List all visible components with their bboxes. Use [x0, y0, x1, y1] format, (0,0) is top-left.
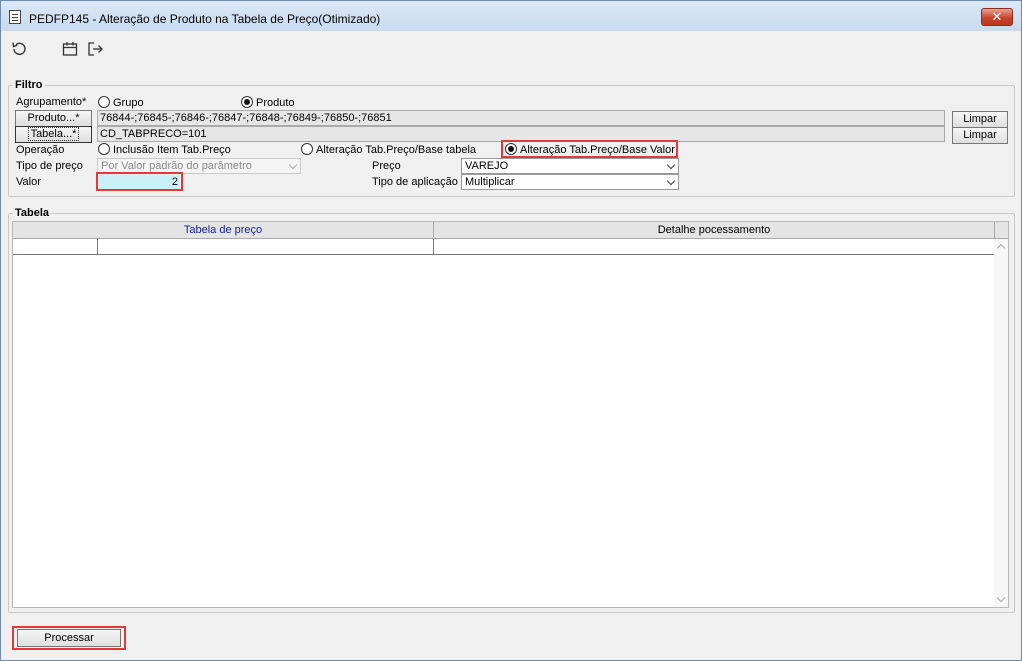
- operacao-label: Operação: [16, 144, 65, 156]
- column-header-tabela-preco-label: Tabela de preço: [183, 224, 263, 236]
- tipo-preco-value: Por Valor padrão do parâmetro: [101, 160, 252, 172]
- document-icon: [9, 10, 21, 24]
- tipo-aplicacao-label: Tipo de aplicação: [372, 176, 458, 188]
- scroll-down-icon[interactable]: [996, 593, 1006, 603]
- limpar-tabela-label: Limpar: [963, 129, 997, 141]
- close-button[interactable]: ✕: [981, 8, 1013, 26]
- operacao-base-valor-label[interactable]: Alteração Tab.Preço/Base Valor: [520, 144, 675, 156]
- valor-input[interactable]: 2: [99, 175, 180, 189]
- produto-button-label: Produto...*: [27, 112, 80, 124]
- tipo-aplicacao-select[interactable]: Multiplicar: [461, 174, 679, 190]
- column-header-detalhe-label: Detalhe pocessamento: [657, 224, 771, 236]
- table-row-cell[interactable]: [13, 239, 98, 255]
- operacao-base-tabela-label[interactable]: Alteração Tab.Preço/Base tabela: [316, 144, 476, 156]
- produto-field: 76844-;76845-;76846-;76847-;76848-;76849…: [97, 110, 945, 126]
- title-bar[interactable]: PEDFP145 - Alteração de Produto na Tabel…: [1, 1, 1021, 31]
- agrupamento-grupo-radio[interactable]: [98, 96, 110, 108]
- column-header-detalhe[interactable]: Detalhe pocessamento: [434, 222, 995, 239]
- preco-select[interactable]: VAREJO: [461, 158, 679, 174]
- vertical-scrollbar[interactable]: [994, 239, 1008, 607]
- agrupamento-grupo-label[interactable]: Grupo: [113, 97, 144, 109]
- calendar-icon[interactable]: [61, 40, 79, 58]
- scroll-up-icon[interactable]: [996, 243, 1006, 253]
- agrupamento-produto-label[interactable]: Produto: [256, 97, 295, 109]
- tabela-button[interactable]: Tabela...*: [15, 126, 92, 143]
- preco-value: VAREJO: [465, 160, 509, 172]
- operacao-base-tabela-radio[interactable]: [301, 143, 313, 155]
- operacao-base-valor-radio[interactable]: [505, 143, 517, 155]
- preco-label: Preço: [372, 160, 401, 172]
- operacao-inclusao-radio[interactable]: [98, 143, 110, 155]
- tabela-button-label: Tabela...*: [27, 127, 80, 141]
- agrupamento-label: Agrupamento*: [16, 96, 87, 108]
- agrupamento-produto-radio[interactable]: [241, 96, 253, 108]
- refresh-icon[interactable]: [10, 40, 28, 58]
- produto-button[interactable]: Produto...*: [15, 110, 92, 127]
- valor-label: Valor: [16, 176, 41, 188]
- tipo-preco-label: Tipo de preço: [16, 160, 83, 172]
- table-row-cell[interactable]: [434, 239, 995, 255]
- chevron-down-icon: [666, 176, 676, 186]
- tabela-legend: Tabela: [13, 207, 52, 219]
- chevron-down-icon: [666, 160, 676, 170]
- window-title: PEDFP145 - Alteração de Produto na Tabel…: [29, 12, 381, 26]
- limpar-produto-label: Limpar: [963, 113, 997, 125]
- chevron-down-icon: [288, 160, 298, 170]
- filtro-legend: Filtro: [13, 79, 45, 91]
- toolbar: [1, 32, 1021, 70]
- limpar-produto-button[interactable]: Limpar: [952, 111, 1008, 128]
- tipo-aplicacao-value: Multiplicar: [465, 176, 515, 188]
- exit-icon[interactable]: [86, 40, 104, 58]
- app-window: PEDFP145 - Alteração de Produto na Tabel…: [0, 0, 1022, 661]
- table-row-cell[interactable]: [98, 239, 434, 255]
- results-grid: Tabela de preço Detalhe pocessamento: [12, 221, 1009, 608]
- limpar-tabela-button[interactable]: Limpar: [952, 127, 1008, 144]
- column-header-tabela-preco[interactable]: Tabela de preço: [13, 222, 434, 239]
- column-header-filler: [995, 222, 1008, 239]
- operacao-inclusao-label[interactable]: Inclusão Item Tab.Preço: [113, 144, 231, 156]
- processar-button-label: Processar: [44, 632, 94, 644]
- processar-button[interactable]: Processar: [17, 629, 121, 647]
